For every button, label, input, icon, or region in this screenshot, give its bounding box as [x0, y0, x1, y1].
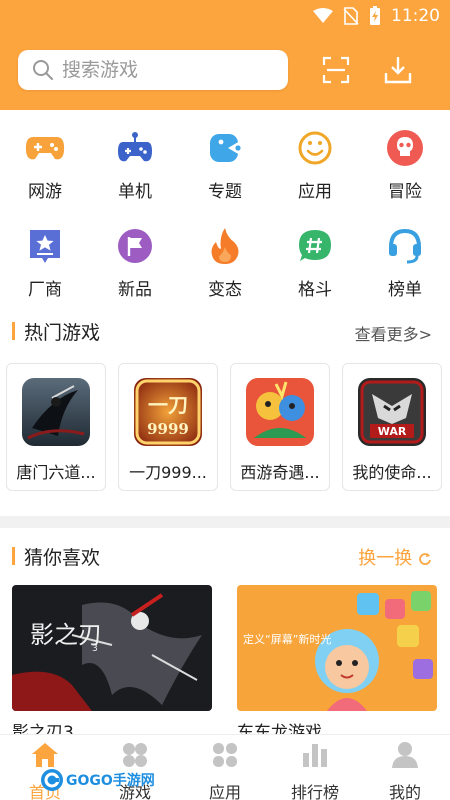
category-modded[interactable]: 变态 [180, 216, 270, 300]
game-name: 唐门六道... [16, 463, 96, 482]
gamepad-icon [25, 137, 65, 160]
apps-icon [213, 743, 237, 767]
category-fighting[interactable]: 格斗 [270, 216, 360, 300]
battery-charging-icon [370, 6, 380, 25]
game-name: 我的使命... [352, 463, 432, 482]
section-title: 热门游戏 [24, 322, 101, 344]
category-adventure[interactable]: 冒险 [360, 118, 450, 202]
game-icon [22, 378, 90, 446]
guess-game-banner[interactable]: 定义“屏幕”新时光 [237, 585, 437, 711]
status-bar: 11:20 [313, 4, 440, 28]
banner-art-number: 3 [92, 644, 98, 654]
scan-button[interactable] [320, 54, 352, 86]
download-button[interactable] [382, 54, 414, 86]
smiley-icon [298, 131, 332, 165]
category-label: 厂商 [28, 280, 62, 300]
gogo-logo-icon [41, 769, 63, 791]
category-rankings[interactable]: 榜单 [360, 216, 450, 300]
category-label: 格斗 [298, 280, 332, 300]
skull-icon [387, 130, 423, 166]
view-more-link[interactable]: 查看更多> [355, 321, 432, 345]
category-label: 应用 [298, 182, 332, 202]
ranking-icon [303, 744, 327, 767]
tab-label: 应用 [208, 783, 241, 800]
category-label: 变态 [208, 280, 242, 300]
grid-icon [123, 743, 147, 767]
game-icon: 一刀 9999 [134, 378, 202, 446]
watermark-text: GOGO手游网 [66, 773, 155, 789]
tab-label: 排行榜 [290, 783, 339, 800]
banner-art-text: 定义“屏幕”新时光 [243, 632, 331, 646]
tab-label: 我的 [388, 783, 421, 800]
section-accent-bar [12, 547, 15, 565]
status-time: 11:20 [391, 6, 440, 26]
headset-icon [389, 228, 421, 264]
category-label: 单机 [118, 182, 152, 202]
header: 11:20 [0, 0, 450, 110]
no-sim-icon [343, 7, 359, 25]
robot-gamepad-icon [118, 132, 152, 162]
user-icon [392, 742, 418, 768]
scan-icon [322, 56, 350, 84]
guess-header: 猜你喜欢 换一换 [0, 538, 450, 574]
guess-game-banner[interactable]: 影之刃 3 [12, 585, 212, 711]
flag-icon [118, 229, 152, 263]
game-icon: WAR [358, 378, 426, 446]
section-title: 猜你喜欢 [24, 547, 101, 569]
category-label: 专题 [208, 182, 242, 202]
hot-game-card[interactable]: 一刀 9999 一刀999... [118, 363, 218, 491]
tab-mine[interactable]: 我的 [360, 735, 450, 800]
app-screen: 11:20 网游 单机 专 [0, 0, 450, 800]
category-label: 榜单 [388, 280, 422, 300]
category-label: 网游 [28, 182, 62, 202]
svg-text:WAR: WAR [378, 425, 407, 438]
refresh-label: 换一换 [358, 548, 413, 569]
watermark: GOGO手游网 [40, 768, 155, 792]
section-divider [0, 516, 450, 528]
category-apps[interactable]: 应用 [270, 118, 360, 202]
category-label: 冒险 [388, 182, 422, 202]
game-name: 西游奇遇... [240, 463, 320, 482]
hot-games-list: 唐门六道... 一刀 9999 一刀999... 西游奇遇... WAR 我的使命… [6, 363, 442, 491]
flame-icon [211, 228, 239, 264]
tab-apps[interactable]: 应用 [180, 735, 270, 800]
category-online-games[interactable]: 网游 [0, 118, 90, 202]
home-icon [32, 743, 58, 767]
hot-game-card[interactable]: 唐门六道... [6, 363, 106, 491]
refresh-button[interactable]: 换一换 [358, 544, 432, 570]
wifi-icon [313, 8, 333, 23]
svg-text:9999: 9999 [147, 420, 189, 438]
download-icon [384, 57, 412, 84]
hot-games-header: 热门游戏 查看更多> [0, 313, 450, 349]
search-input[interactable] [62, 59, 262, 81]
hot-game-card[interactable]: 西游奇遇... [230, 363, 330, 491]
section-accent-bar [12, 322, 15, 340]
category-topics[interactable]: 专题 [180, 118, 270, 202]
hot-game-card[interactable]: WAR 我的使命... [342, 363, 442, 491]
category-vendors[interactable]: 厂商 [0, 216, 90, 300]
game-name: 一刀999... [129, 463, 207, 482]
category-label: 新品 [118, 280, 152, 300]
search-icon [33, 60, 53, 80]
tab-rankings[interactable]: 排行榜 [270, 735, 360, 800]
hashtag-chat-icon [299, 230, 331, 261]
star-badge-icon [30, 230, 60, 263]
game-icon [246, 378, 314, 446]
svg-text:一刀: 一刀 [148, 393, 188, 417]
category-grid: 网游 单机 专题 应用 冒险 厂商 新品 变态 格斗 榜单 [0, 118, 450, 300]
refresh-icon [419, 553, 431, 565]
search-bar[interactable] [18, 50, 288, 90]
category-single-player[interactable]: 单机 [90, 118, 180, 202]
category-new[interactable]: 新品 [90, 216, 180, 300]
pacman-icon [210, 134, 241, 162]
